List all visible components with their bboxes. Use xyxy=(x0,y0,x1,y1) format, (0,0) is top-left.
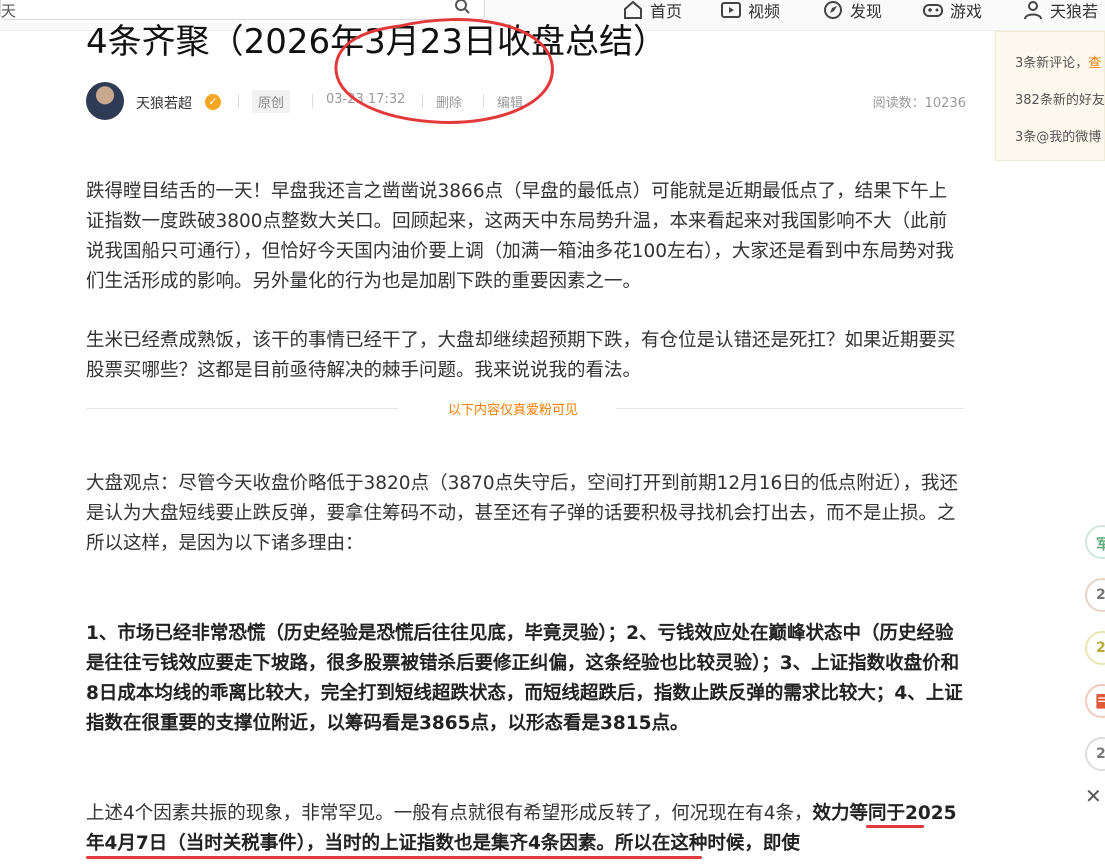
search-icon[interactable] xyxy=(454,0,470,14)
paragraph-5: 上述4个因素共振的现象，非常罕见。一般有点就很有希望形成反转了，何况现在有4条，… xyxy=(86,799,964,859)
discover-icon xyxy=(824,1,842,19)
paragraph-2: 生米已经煮成熟饭，该干的事情已经干了，大盘却继续超预期下跌，有仓位是认错还是死扛… xyxy=(86,330,956,381)
nav-discover[interactable]: 发现 xyxy=(822,0,883,21)
watermark xyxy=(965,820,1105,850)
search-placeholder: 天 xyxy=(1,2,17,20)
close-icon[interactable]: ✕ xyxy=(1085,784,1102,808)
document-icon xyxy=(1096,694,1105,709)
notif-comments-text: 3条新评论， xyxy=(1015,56,1089,71)
annotation-underline xyxy=(866,825,924,828)
paragraph-3: 大盘观点：尽管今天收盘价略低于3820点（3870点失守后，空间打开到前期12月… xyxy=(86,473,958,554)
notif-friends-text: 382条新的好友 xyxy=(1015,93,1105,108)
annotation-ellipse xyxy=(334,18,554,124)
nav-discover-label: 发现 xyxy=(850,2,883,21)
notif-mentions[interactable]: 3条@我的微博 xyxy=(1015,126,1101,145)
nav-user-label: 天狼若 xyxy=(1050,2,1099,21)
side-badge-5[interactable]: 2 xyxy=(1085,737,1105,771)
video-icon xyxy=(721,2,741,18)
side-badge-doc[interactable] xyxy=(1085,684,1105,718)
game-icon xyxy=(923,4,943,17)
nav-video-label: 视频 xyxy=(748,2,781,21)
nav-game[interactable]: 游戏 xyxy=(922,0,983,21)
divider-left xyxy=(86,408,398,409)
notif-comments-link[interactable]: 查 xyxy=(1088,56,1101,71)
side-badge-label: 2 xyxy=(1096,587,1105,603)
paragraph-4: 1、市场已经非常恐慌（历史经验是恐慌后往往见底，毕竟灵验）；2、亏钱效应处在巅峰… xyxy=(86,623,963,734)
annotation-underline xyxy=(86,856,702,859)
side-badge-army[interactable]: 军 xyxy=(1085,525,1105,559)
side-badge-label: 2 xyxy=(1096,746,1105,762)
meta-divider xyxy=(312,94,313,108)
avatar[interactable] xyxy=(86,82,124,120)
paragraph-1: 跌得瞠目结舌的一天！早盘我还言之凿凿说3866点（早盘的最低点）可能就是近期最低… xyxy=(86,181,954,292)
paragraph-5-text: 上述4个因素共振的现象，非常罕见。一般有点就很有希望形成反转了，何况现在有4条， xyxy=(86,803,813,824)
verified-icon: ✓ xyxy=(205,94,221,110)
notif-mentions-text: 3条@我的微博 xyxy=(1015,130,1102,145)
nav-video[interactable]: 视频 xyxy=(720,0,781,21)
fans-only-notice: 以下内容仅真爱粉可见 xyxy=(448,403,579,418)
side-badge-label: 军 xyxy=(1096,534,1105,554)
divider-right xyxy=(616,408,964,409)
user-icon xyxy=(1024,1,1042,20)
nav-user[interactable]: 天狼若 xyxy=(1022,0,1099,21)
side-badge-label: 2 xyxy=(1096,640,1105,656)
nav-game-label: 游戏 xyxy=(950,2,983,21)
notif-comments[interactable]: 3条新评论，查 xyxy=(1015,52,1101,71)
side-badge-3[interactable]: 2 xyxy=(1085,631,1105,665)
notif-friends[interactable]: 382条新的好友 xyxy=(1015,89,1105,108)
side-badge-2[interactable]: 2 xyxy=(1085,578,1105,612)
meta-divider xyxy=(238,94,239,108)
notification-panel: 3条新评论，查 382条新的好友 3条@我的微博 xyxy=(995,31,1105,161)
author-name[interactable]: 天狼若超 xyxy=(136,93,192,113)
original-tag: 原创 xyxy=(252,90,291,113)
read-count: 阅读数：10236 xyxy=(872,96,966,111)
